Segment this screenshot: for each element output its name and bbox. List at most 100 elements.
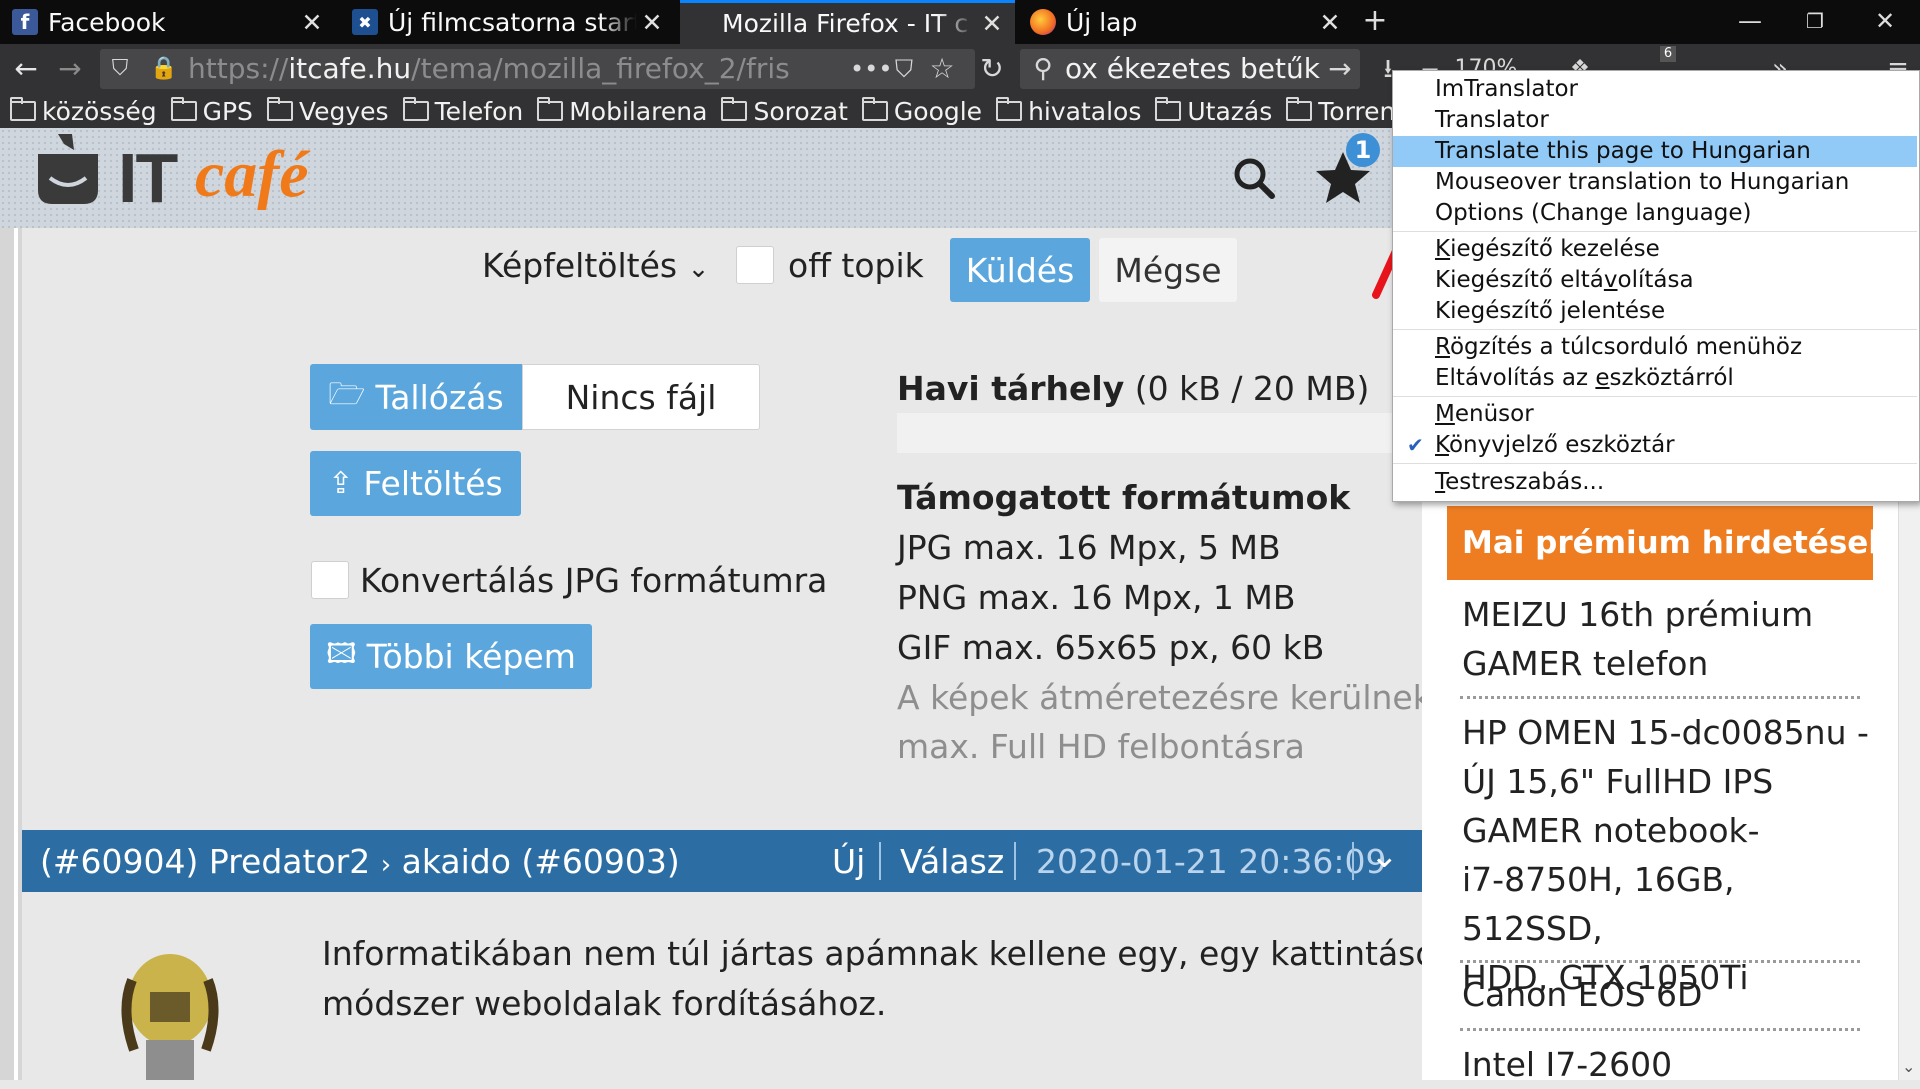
page-actions-icon[interactable]: ••• — [850, 50, 892, 88]
resize-note-1: A képek átméretezésre kerülnek — [897, 678, 1432, 717]
bookmark-folder[interactable]: GPS — [170, 97, 253, 126]
image-upload-toggle[interactable]: Képfeltöltés ⌄ — [482, 246, 709, 285]
formats-title: Támogatott formátumok — [897, 478, 1351, 517]
menu-item-remove-extension[interactable]: Kiegészítő eltávolítása — [1393, 265, 1917, 296]
coffee-cup-logo-icon[interactable] — [28, 130, 108, 210]
close-icon[interactable]: ✕ — [1315, 8, 1345, 37]
tab-film[interactable]: ✖ Új filmcsatorna start ✕ — [340, 0, 675, 44]
folder-icon — [537, 97, 564, 121]
premium-ads-title[interactable]: Mai prémium hirdetések — [1447, 506, 1889, 580]
convert-jpg-checkbox[interactable] — [311, 561, 349, 599]
more-images-button[interactable]: 🖾 Többi képem — [310, 624, 592, 689]
off-topic-checkbox[interactable] — [736, 246, 774, 284]
menu-item-remove-from-toolbar[interactable]: Eltávolítás az eszköztárról — [1393, 363, 1917, 394]
reply-to-link[interactable]: akaido (#60903) — [402, 842, 680, 881]
post-id[interactable]: (#60904) — [40, 842, 198, 881]
divider — [1352, 842, 1354, 880]
format-jpg: JPG max. 16 Mpx, 5 MB — [897, 528, 1281, 567]
bookmark-star-icon[interactable]: ☆ — [924, 50, 960, 88]
extension-badge: 6 — [1660, 46, 1676, 62]
logo-it[interactable]: IT — [118, 138, 178, 218]
bookmark-folder[interactable]: Mobilarena — [537, 97, 707, 126]
menu-item-bookmarks-toolbar[interactable]: ✔ Könyvjelző eszköztár — [1393, 430, 1917, 461]
storage-info: Havi tárhely (0 kB / 20 MB) — [897, 369, 1370, 408]
bookmark-folder[interactable]: Telefon — [402, 97, 523, 126]
folder-icon — [402, 97, 429, 121]
logo-cafe[interactable]: café — [195, 135, 309, 215]
bookmark-folder[interactable]: hivatalos — [996, 97, 1141, 126]
tab-title: Facebook — [48, 7, 166, 37]
folder-open-icon: 🗁 — [328, 376, 366, 412]
menu-item-report-extension[interactable]: Kiegészítő jelentése — [1393, 296, 1917, 327]
back-icon[interactable]: ← — [6, 44, 46, 94]
search-icon: ⚲ — [1033, 54, 1053, 84]
menu-item-options[interactable]: Options (Change language) — [1393, 198, 1917, 229]
folder-icon — [1286, 97, 1313, 121]
bookmark-folder[interactable]: Torrent — [1286, 97, 1405, 126]
upload-button[interactable]: ⇪ Feltöltés — [310, 451, 521, 516]
bookmark-folder[interactable]: Utazás — [1155, 97, 1272, 126]
avatar[interactable] — [110, 940, 230, 1080]
ad-item[interactable]: Canon EOS 6D — [1462, 970, 1882, 1019]
post-body-line-2: módszer weboldalak fordításához. — [322, 984, 887, 1023]
ad-item[interactable]: MEIZU 16th prémium GAMER telefon — [1462, 590, 1882, 688]
bookmark-folder[interactable]: Vegyes — [266, 97, 389, 126]
new-link[interactable]: Új — [832, 842, 865, 881]
menu-item-mouseover-translation[interactable]: Mouseover translation to Hungarian — [1393, 167, 1917, 198]
pocket-icon[interactable]: ⛉ — [886, 50, 922, 88]
send-button[interactable]: Küldés — [950, 238, 1090, 302]
chevron-down-icon: ⌄ — [687, 254, 710, 284]
cancel-button[interactable]: Mégse — [1099, 238, 1237, 302]
restore-icon[interactable]: ❐ — [1785, 0, 1845, 44]
ad-item[interactable]: Intel I7-2600 — [1462, 1040, 1882, 1089]
chevron-right-icon: › — [380, 850, 392, 880]
post-menu-chevron-icon[interactable]: ⌄ — [1370, 836, 1399, 876]
search-go-icon[interactable]: → — [1322, 50, 1358, 88]
tab-new[interactable]: Új lap ✕ — [1018, 0, 1353, 44]
bookmark-folder[interactable]: Sorozat — [721, 97, 848, 126]
post-timestamp: 2020-01-21 20:36:09 — [1036, 842, 1387, 881]
file-name-field: Nincs fájl — [522, 364, 760, 430]
menu-item-translate-page[interactable]: Translate this page to Hungarian — [1393, 136, 1917, 167]
site-search-icon[interactable] — [1232, 156, 1276, 200]
search-input[interactable]: ox ékezetes betűk — [1065, 49, 1320, 89]
divider — [879, 842, 881, 880]
tab-strip: f Facebook ✕ ✖ Új filmcsatorna start ✕ M… — [0, 0, 1920, 44]
post-meta: (#60904) Predator2 › akaido (#60903) — [40, 842, 680, 881]
reload-icon[interactable]: ↻ — [974, 50, 1010, 88]
folder-icon — [266, 97, 293, 121]
menu-item-translator[interactable]: Translator — [1393, 105, 1917, 136]
window-close-icon[interactable]: ✕ — [1855, 0, 1915, 44]
menu-item-menubar[interactable]: Menüsor — [1393, 399, 1917, 430]
shield-icon[interactable]: ⛉ — [102, 50, 138, 88]
divider — [1460, 696, 1860, 699]
menu-item-manage-extension[interactable]: Kiegészítő kezelése — [1393, 234, 1917, 265]
divider — [1460, 960, 1860, 963]
browse-button[interactable]: 🗁 Tallózás — [310, 364, 522, 430]
tab-facebook[interactable]: f Facebook ✕ — [0, 0, 335, 44]
format-png: PNG max. 16 Mpx, 1 MB — [897, 578, 1296, 617]
bookmark-folder[interactable]: közösség — [10, 97, 157, 126]
folder-icon — [10, 97, 36, 121]
bookmark-folder[interactable]: Google — [861, 97, 982, 126]
minimize-icon[interactable]: — — [1720, 0, 1780, 44]
new-tab-icon[interactable]: + — [1345, 0, 1405, 44]
url-text[interactable]: https://itcafe.hu/tema/mozilla_firefox_2… — [188, 49, 798, 89]
menu-item-customize[interactable]: Testreszabás... — [1393, 467, 1917, 498]
folder-icon — [721, 97, 748, 121]
close-icon[interactable]: ✕ — [977, 9, 1007, 38]
tab-mozilla-firefox[interactable]: Mozilla Firefox - IT c ✕ — [680, 0, 1015, 44]
ad-item[interactable]: HP OMEN 15-dc0085nu - ÚJ 15,6" FullHD IP… — [1462, 708, 1882, 1002]
film-icon: ✖ — [352, 9, 378, 35]
menu-item-pin-overflow[interactable]: Rögzítés a túlcsorduló menühöz — [1393, 332, 1917, 363]
divider — [1014, 842, 1016, 880]
firefox-icon — [1030, 9, 1056, 35]
close-icon[interactable]: ✕ — [637, 8, 667, 37]
close-icon[interactable]: ✕ — [297, 8, 327, 37]
reply-link[interactable]: Válasz — [900, 842, 1004, 881]
forward-icon[interactable]: → — [50, 44, 90, 94]
folder-icon — [861, 97, 888, 121]
post-author[interactable]: Predator2 — [209, 842, 370, 881]
scroll-down-icon[interactable]: ⌄ — [1902, 1057, 1915, 1076]
menu-item-imtranslator[interactable]: ImTranslator — [1393, 74, 1917, 105]
